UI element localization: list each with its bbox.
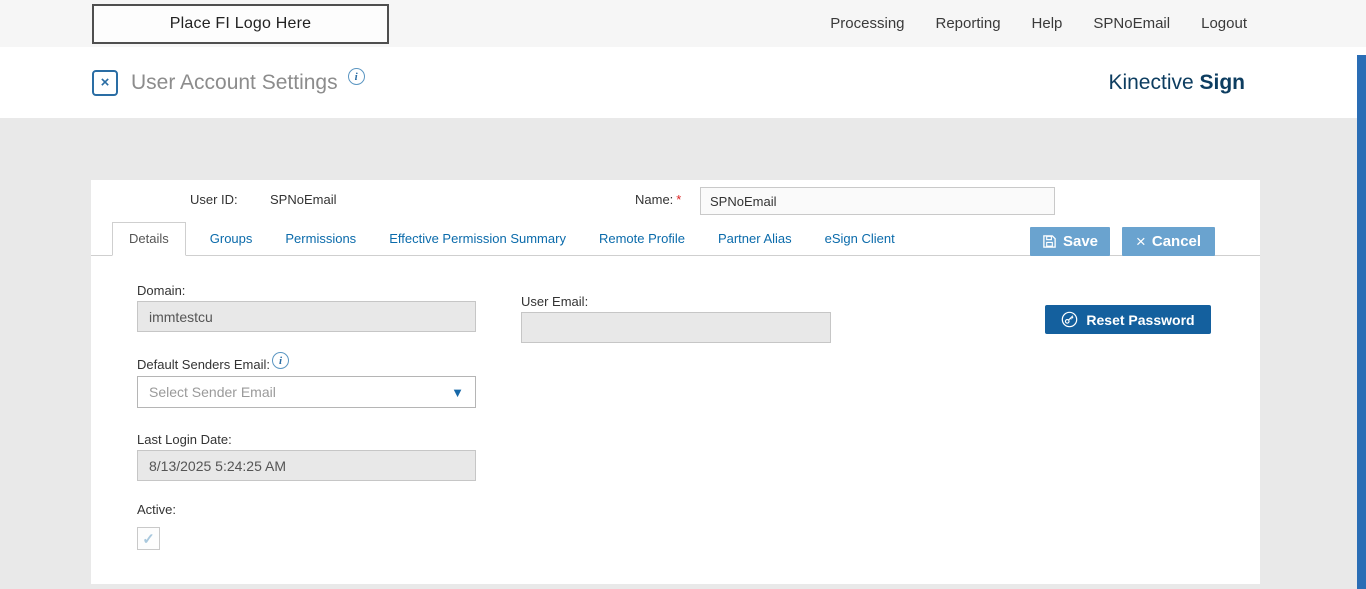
page-title: User Account Settings xyxy=(131,70,338,94)
user-account-settings-icon: × xyxy=(92,69,118,96)
name-label-text: Name: xyxy=(635,192,674,207)
fi-logo-text: Place FI Logo Here xyxy=(169,14,312,32)
tab-remote-profile[interactable]: Remote Profile xyxy=(599,223,685,255)
default-senders-email-label: Default Senders Email: xyxy=(137,357,270,372)
domain-label: Domain: xyxy=(137,283,186,298)
cancel-icon: × xyxy=(1135,232,1146,251)
page-header: × User Account Settings i Kinective Sign xyxy=(0,47,1366,118)
cancel-label: Cancel xyxy=(1151,233,1202,250)
user-account-settings-card: User ID: SPNoEmail Name:* Details Groups… xyxy=(91,180,1260,584)
nav-username[interactable]: SPNoEmail xyxy=(1093,15,1170,32)
last-login-date-input xyxy=(137,450,476,481)
tab-permissions[interactable]: Permissions xyxy=(285,223,356,255)
fi-logo-placeholder: Place FI Logo Here xyxy=(92,3,389,44)
brand-first: Kinective xyxy=(1108,70,1200,94)
name-input[interactable] xyxy=(700,187,1055,215)
brand-logo: Kinective Sign xyxy=(1108,71,1245,95)
last-login-date-label: Last Login Date: xyxy=(137,432,232,447)
domain-input xyxy=(137,301,476,332)
vertical-scrollbar[interactable] xyxy=(1357,55,1366,589)
tab-partner-alias[interactable]: Partner Alias xyxy=(718,223,792,255)
user-id-label: User ID: xyxy=(190,192,238,207)
nav-help[interactable]: Help xyxy=(1032,15,1063,32)
active-label: Active: xyxy=(137,502,177,517)
reset-password-label: Reset Password xyxy=(1086,311,1195,328)
user-id-value: SPNoEmail xyxy=(270,192,337,207)
user-email-label: User Email: xyxy=(521,294,589,309)
save-icon xyxy=(1043,235,1056,248)
save-button[interactable]: Save xyxy=(1030,227,1110,256)
top-bar: Place FI Logo Here Processing Reporting … xyxy=(0,0,1366,47)
info-glyph: i xyxy=(354,70,358,83)
top-nav: Processing Reporting Help SPNoEmail Logo… xyxy=(830,15,1247,32)
active-checkbox[interactable]: ✓ xyxy=(137,527,160,550)
info-glyph: i xyxy=(278,354,283,367)
save-label: Save xyxy=(1062,233,1099,250)
nav-reporting[interactable]: Reporting xyxy=(936,15,1001,32)
reset-password-button[interactable]: Reset Password xyxy=(1045,305,1211,334)
nav-processing[interactable]: Processing xyxy=(830,15,904,32)
title-icon-glyph: × xyxy=(100,74,110,91)
chevron-down-icon: ▼ xyxy=(451,384,464,400)
senders-email-info-icon[interactable]: i xyxy=(272,352,289,369)
required-asterisk: * xyxy=(676,192,682,207)
check-icon: ✓ xyxy=(142,530,155,548)
tab-esign-client[interactable]: eSign Client xyxy=(825,223,895,255)
tab-groups[interactable]: Groups xyxy=(210,223,253,255)
key-icon xyxy=(1062,311,1078,328)
brand-second: Sign xyxy=(1199,70,1246,94)
tab-effective-permission-summary[interactable]: Effective Permission Summary xyxy=(389,223,566,255)
sender-email-placeholder: Select Sender Email xyxy=(149,384,276,400)
user-email-input xyxy=(521,312,831,343)
name-label: Name: * xyxy=(635,192,681,207)
cancel-button[interactable]: × Cancel xyxy=(1122,227,1215,256)
info-icon[interactable]: i xyxy=(347,68,365,85)
nav-logout[interactable]: Logout xyxy=(1201,15,1247,32)
sender-email-dropdown[interactable]: Select Sender Email ▼ xyxy=(137,376,476,408)
tab-details[interactable]: Details xyxy=(112,222,186,256)
